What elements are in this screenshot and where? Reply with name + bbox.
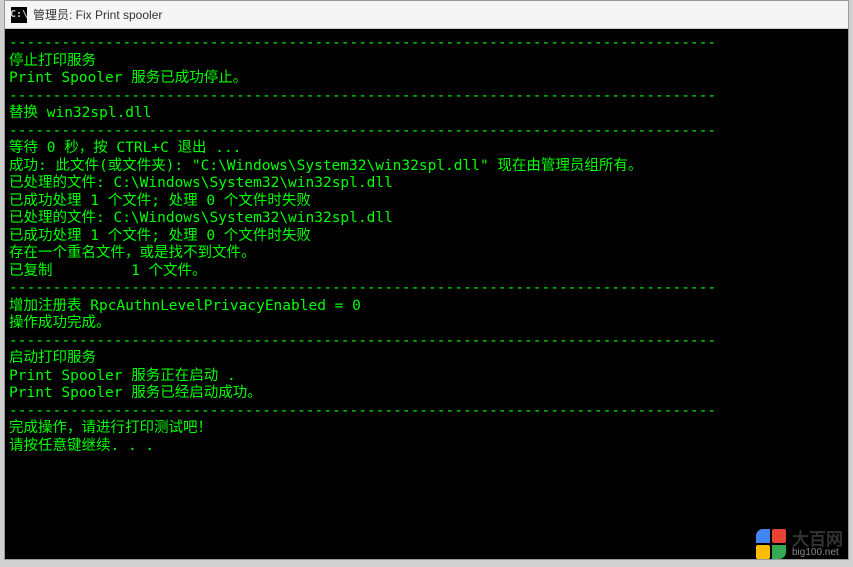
- output-line: ----------------------------------------…: [9, 403, 844, 421]
- watermark-url: big100.net: [792, 548, 843, 558]
- console-window: C:\ 管理员: Fix Print spooler -------------…: [4, 0, 849, 560]
- output-line: ----------------------------------------…: [9, 280, 844, 298]
- watermark-text: 大百网 big100.net: [792, 531, 843, 558]
- output-line: 完成操作，请进行打印测试吧！: [9, 420, 844, 438]
- watermark-logo-icon: [756, 529, 786, 559]
- output-line: 存在一个重名文件，或是找不到文件。: [9, 245, 844, 263]
- output-line: 替换 win32spl.dll: [9, 105, 844, 123]
- cmd-icon: C:\: [11, 7, 27, 23]
- watermark-name: 大百网: [792, 531, 843, 548]
- output-line: 启动打印服务: [9, 350, 844, 368]
- watermark: 大百网 big100.net: [756, 529, 843, 559]
- titlebar[interactable]: C:\ 管理员: Fix Print spooler: [5, 1, 848, 29]
- output-line: 已复制 1 个文件。: [9, 263, 844, 281]
- window-title: 管理员: Fix Print spooler: [33, 6, 162, 23]
- output-line: 等待 0 秒，按 CTRL+C 退出 ...: [9, 140, 844, 158]
- output-line: 停止打印服务: [9, 53, 844, 71]
- output-line: ----------------------------------------…: [9, 88, 844, 106]
- output-line: 已处理的文件: C:\Windows\System32\win32spl.dll: [9, 175, 844, 193]
- output-line: Print Spooler 服务已成功停止。: [9, 70, 844, 88]
- output-line: 已成功处理 1 个文件; 处理 0 个文件时失败: [9, 193, 844, 211]
- output-line: 成功: 此文件(或文件夹): "C:\Windows\System32\win3…: [9, 158, 844, 176]
- terminal-output[interactable]: ----------------------------------------…: [5, 29, 848, 559]
- output-line: 请按任意键继续. . .: [9, 438, 844, 456]
- output-line: Print Spooler 服务已经启动成功。: [9, 385, 844, 403]
- output-line: ----------------------------------------…: [9, 333, 844, 351]
- output-line: 增加注册表 RpcAuthnLevelPrivacyEnabled = 0: [9, 298, 844, 316]
- output-line: ----------------------------------------…: [9, 35, 844, 53]
- output-line: Print Spooler 服务正在启动 .: [9, 368, 844, 386]
- output-line: 已处理的文件: C:\Windows\System32\win32spl.dll: [9, 210, 844, 228]
- output-line: 已成功处理 1 个文件; 处理 0 个文件时失败: [9, 228, 844, 246]
- output-line: ----------------------------------------…: [9, 123, 844, 141]
- output-line: 操作成功完成。: [9, 315, 844, 333]
